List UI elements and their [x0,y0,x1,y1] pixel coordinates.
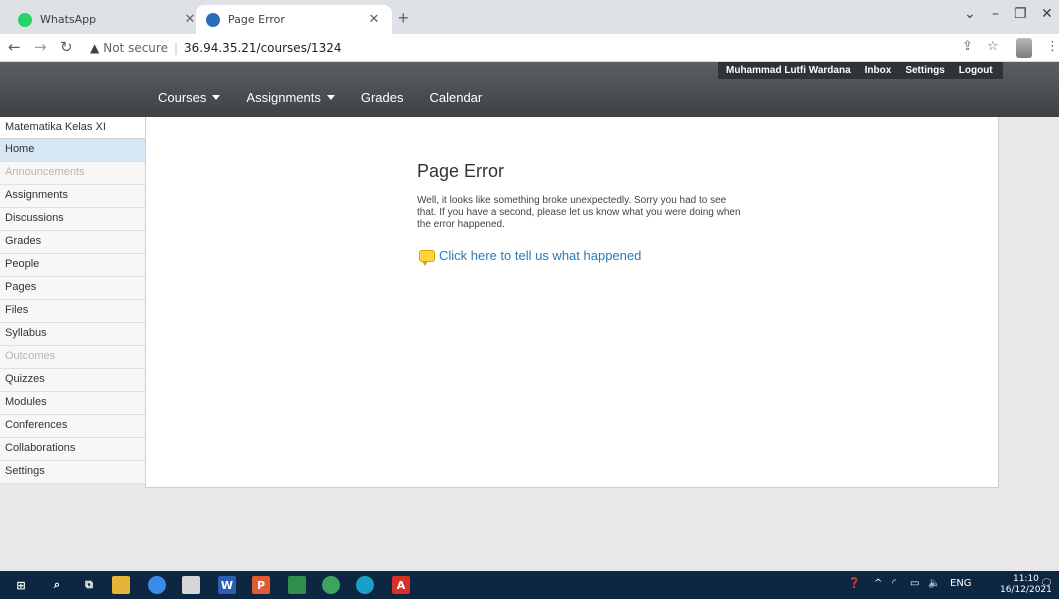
warning-icon: ▲ [90,41,100,55]
language-indicator[interactable]: ENG [950,578,972,589]
volume-icon[interactable]: 🔈 [928,578,940,589]
speech-bubble-icon [419,249,435,266]
main-content: Page Error Well, it looks like something… [145,117,999,488]
reload-icon[interactable]: ↻ [60,38,73,56]
tab-whatsapp[interactable]: WhatsApp ✕ [8,5,208,34]
user-bar: Muhammad Lutfi Wardana Inbox Settings Lo… [718,62,1003,79]
whatsapp-icon [18,12,32,27]
battery-icon[interactable]: ▭ [910,578,919,589]
sidebar-item-assignments[interactable]: Assignments [0,185,145,208]
windows-start-icon[interactable]: ⊞ [12,576,30,594]
caret-down-icon [326,95,335,100]
browser-toolbar: ← → ↻ ▲ Not secure | 36.94.35.21/courses… [0,34,1059,62]
sidebar-item-syllabus[interactable]: Syllabus [0,323,145,346]
sidebar-item-conferences[interactable]: Conferences [0,415,145,438]
tray-chevron-icon[interactable]: ^ [874,578,882,589]
url-text: 36.94.35.21/courses/1324 [184,41,342,55]
main-nav: Courses Assignments Grades Calendar [158,90,508,105]
zoom-icon[interactable] [148,576,166,594]
address-bar[interactable]: ▲ Not secure | 36.94.35.21/courses/1324 [90,37,342,59]
restore-icon[interactable]: ❐ [1014,6,1027,22]
taskbar: ⊞ ⌕ ⧉ W P A ❓ ^ ◜ ▭ 🔈 ENG 11:10 16/12/20… [0,571,1059,599]
sidebar-item-home[interactable]: Home [0,139,145,162]
nav-calendar[interactable]: Calendar [429,90,482,105]
sidebar-item-announcements[interactable]: Announcements [0,162,145,185]
sidebar-item-quizzes[interactable]: Quizzes [0,369,145,392]
tab-page-error[interactable]: Page Error ✕ [196,5,392,34]
address-separator: | [173,41,179,55]
nav-grades[interactable]: Grades [361,90,404,105]
notifications-icon[interactable]: 🗨 [1040,578,1053,589]
file-explorer-icon[interactable] [112,576,130,594]
task-view-icon[interactable]: ⧉ [80,576,98,594]
sidebar-item-files[interactable]: Files [0,300,145,323]
close-tab-icon[interactable]: ✕ [366,12,382,27]
caret-down-icon [212,95,221,100]
nav-assignments-label: Assignments [246,90,321,105]
sidebar-item-modules[interactable]: Modules [0,392,145,415]
security-status: Not secure [103,41,168,55]
powerpoint-icon[interactable]: P [252,576,270,594]
course-sidebar: Matematika Kelas XI Home Announcements A… [0,117,145,484]
profile-avatar[interactable] [1016,38,1032,58]
wifi-icon[interactable]: ◜ [892,578,896,589]
nav-courses[interactable]: Courses [158,90,221,105]
forward-icon[interactable]: → [34,38,47,56]
sidebar-item-settings[interactable]: Settings [0,461,145,484]
sidebar-item-pages[interactable]: Pages [0,277,145,300]
nav-courses-label: Courses [158,90,207,105]
browser-tab-strip: WhatsApp ✕ Page Error ✕ + ⌄ – ❐ ✕ [0,0,1059,34]
calculator-icon[interactable] [182,576,200,594]
search-icon[interactable]: ⌕ [48,576,66,594]
course-title[interactable]: Matematika Kelas XI [0,117,145,139]
report-error-label: Click here to tell us what happened [439,248,642,263]
user-name-link[interactable]: Muhammad Lutfi Wardana [726,65,851,76]
new-tab-icon[interactable]: + [398,8,409,29]
minimize-icon[interactable]: – [992,6,999,22]
canvas-icon [206,12,220,27]
report-error-link[interactable]: Click here to tell us what happened [419,248,642,266]
nav-calendar-label: Calendar [429,90,483,105]
page-title: Page Error [417,161,505,181]
bookmark-star-icon[interactable]: ☆ [987,39,999,54]
tab-search-icon[interactable]: ⌄ [964,6,976,22]
back-icon[interactable]: ← [8,38,21,56]
logout-link[interactable]: Logout [959,65,993,76]
acrobat-icon[interactable]: A [392,576,410,594]
tab-title: WhatsApp [40,13,97,26]
share-icon[interactable]: ⇪ [962,39,973,54]
settings-link[interactable]: Settings [905,65,944,76]
inbox-link[interactable]: Inbox [865,65,892,76]
sidebar-item-discussions[interactable]: Discussions [0,208,145,231]
sidebar-item-people[interactable]: People [0,254,145,277]
tab-title: Page Error [228,13,285,26]
error-message: Well, it looks like something broke unex… [417,195,741,230]
edge-icon[interactable] [356,576,374,594]
word-icon[interactable]: W [218,576,236,594]
sidebar-item-collaborations[interactable]: Collaborations [0,438,145,461]
app-icon[interactable] [288,576,306,594]
sidebar-item-outcomes[interactable]: Outcomes [0,346,145,369]
help-icon[interactable]: ❓ [848,578,860,589]
menu-icon[interactable]: ⋮ [1046,39,1059,54]
nav-assignments[interactable]: Assignments [246,90,335,105]
close-window-icon[interactable]: ✕ [1041,6,1053,22]
nav-grades-label: Grades [360,90,404,105]
chrome-icon[interactable] [322,576,340,594]
sidebar-item-grades[interactable]: Grades [0,231,145,254]
